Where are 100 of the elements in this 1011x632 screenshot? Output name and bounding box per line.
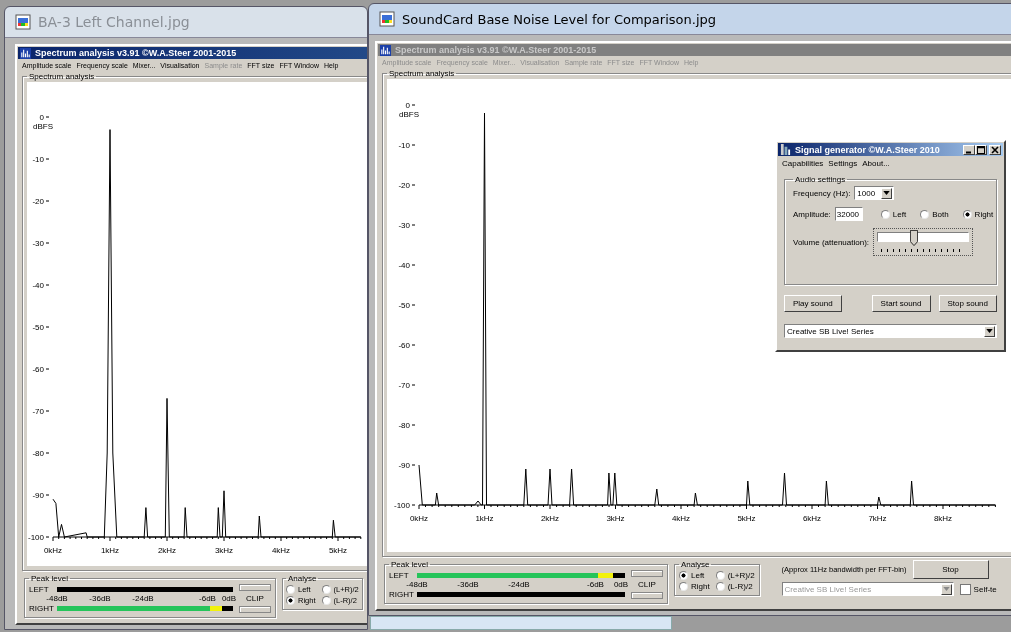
- y-tick-label: -80: [32, 449, 44, 458]
- y-tick-label: -30: [398, 221, 410, 230]
- y-tick-label: -60: [32, 365, 44, 374]
- radio-button[interactable]: [286, 585, 295, 594]
- radio-button[interactable]: [679, 582, 688, 591]
- field-label: Frequency (Hz):: [793, 188, 851, 198]
- x-tick-label: 6kHz: [802, 514, 822, 523]
- app-title: Spectrum analysis v3.91 ©W.A.Steer 2001-2015: [35, 48, 237, 58]
- y-tick-label: -70: [32, 407, 44, 416]
- volume-slider[interactable]: [873, 228, 974, 256]
- axis-unit: dBFS: [399, 110, 419, 119]
- app-title: Spectrum analysis v3.91 ©W.A.Steer 2001-2015: [395, 45, 597, 55]
- radio-label[interactable]: Both: [932, 209, 949, 219]
- device-dropdown[interactable]: Creative SB Live! Series: [784, 324, 997, 338]
- radio-button[interactable]: [880, 209, 890, 219]
- radio-button[interactable]: [715, 571, 725, 580]
- scale-label: -48dB: [406, 579, 428, 589]
- scale-label: -24dB: [132, 593, 154, 603]
- y-tick-label: 0: [405, 101, 410, 110]
- y-tick-label: -80: [398, 421, 410, 430]
- slider-thumb[interactable]: [910, 230, 919, 246]
- x-tick-label: 7kHz: [868, 514, 887, 523]
- x-tick-label: 5kHz: [328, 546, 348, 555]
- x-tick-label: 1kHz: [100, 546, 120, 555]
- y-tick-label: -40: [32, 281, 44, 290]
- meter-label: RIGHT: [29, 603, 55, 613]
- scale-label: -36dB: [89, 593, 111, 603]
- y-tick-label: -70: [398, 381, 410, 390]
- radio-button[interactable]: [679, 571, 688, 580]
- x-tick-label: 8kHz: [933, 514, 953, 523]
- meter-label: LEFT: [389, 570, 410, 580]
- scale-label: -48dB: [46, 593, 68, 603]
- x-tick-label: 3kHz: [214, 546, 234, 555]
- stop-sound-button[interactable]: Stop sound: [938, 295, 997, 312]
- dialog-title: Signal generator ©W.A.Steer 2010: [795, 144, 940, 155]
- field-label: Amplitude:: [793, 209, 831, 219]
- app-icon: [780, 144, 791, 155]
- dropdown-arrow-icon[interactable]: [883, 191, 891, 195]
- group-label: Audio settings: [794, 175, 847, 184]
- image-file-icon: [15, 14, 31, 30]
- frequency-dropdown[interactable]: 1000: [854, 186, 895, 200]
- group-label: Peak level: [30, 574, 69, 583]
- radio-button[interactable]: [321, 585, 331, 594]
- x-tick-label: 0kHz: [43, 546, 63, 555]
- y-tick-label: -60: [398, 341, 410, 350]
- group-label: Spectrum analysis: [28, 72, 96, 81]
- dropdown-arrow-icon[interactable]: [986, 329, 993, 333]
- x-tick-label: 1kHz: [475, 514, 494, 523]
- radio-label[interactable]: (L-R)/2: [727, 582, 753, 591]
- clip-indicator: [239, 606, 271, 613]
- image-file-icon: [379, 11, 395, 27]
- x-tick-label: 4kHz: [671, 514, 691, 523]
- scale-label: 0dB: [613, 579, 629, 589]
- meter-label: LEFT: [29, 584, 50, 594]
- radio-label[interactable]: (L+R)/2: [727, 571, 755, 580]
- start-sound-button[interactable]: Start sound: [871, 295, 931, 312]
- radio-button[interactable]: [321, 596, 331, 605]
- meter-label: RIGHT: [389, 589, 415, 599]
- play-sound-button[interactable]: Play sound: [784, 295, 842, 312]
- x-tick-label: 0kHz: [409, 514, 429, 523]
- radio-button[interactable]: [962, 209, 972, 219]
- scale-label: -6dB: [587, 579, 604, 589]
- axis-unit: dBFS: [33, 122, 53, 131]
- x-tick-label: 2kHz: [540, 514, 560, 523]
- menu-item[interactable]: Settings: [828, 159, 858, 168]
- y-tick-label: 0: [39, 113, 44, 122]
- y-tick-label: -100: [394, 501, 410, 510]
- radio-label[interactable]: Left: [691, 571, 705, 580]
- group-label: Analyse: [680, 560, 711, 569]
- radio-button[interactable]: [920, 209, 930, 219]
- group-label: Analyse: [287, 574, 318, 583]
- clip-indicator: [631, 570, 663, 577]
- radio-button[interactable]: [715, 582, 725, 591]
- app-icon: [380, 44, 391, 56]
- radio-label[interactable]: Right: [974, 209, 994, 219]
- y-tick-label: -30: [32, 239, 44, 248]
- menu-item[interactable]: About...: [862, 159, 890, 168]
- stop-button[interactable]: Stop: [912, 560, 989, 579]
- y-tick-label: -90: [32, 491, 44, 500]
- self-test-checkbox[interactable]: Self-te: [959, 583, 997, 595]
- group-label: Peak level: [390, 560, 429, 569]
- y-tick-label: -90: [398, 461, 410, 470]
- scale-label: -36dB: [457, 579, 479, 589]
- y-tick-label: -20: [398, 181, 410, 190]
- radio-label[interactable]: Left: [892, 209, 907, 219]
- y-tick-label: -50: [32, 323, 44, 332]
- radio-button[interactable]: [286, 596, 295, 605]
- scale-label: -24dB: [508, 579, 530, 589]
- scale-label: 0dB: [221, 593, 237, 603]
- clip-indicator: [631, 592, 663, 599]
- x-tick-label: 4kHz: [271, 546, 291, 555]
- menu-item[interactable]: Capabilities: [782, 159, 824, 168]
- y-tick-label: -50: [398, 301, 410, 310]
- y-tick-label: -20: [32, 197, 44, 206]
- x-tick-label: 2kHz: [157, 546, 177, 555]
- y-tick-label: -40: [398, 261, 410, 270]
- y-tick-label: -100: [28, 533, 44, 542]
- clip-indicator: [239, 584, 271, 591]
- radio-label[interactable]: Right: [691, 582, 710, 591]
- amplitude-field[interactable]: 32000: [834, 207, 863, 221]
